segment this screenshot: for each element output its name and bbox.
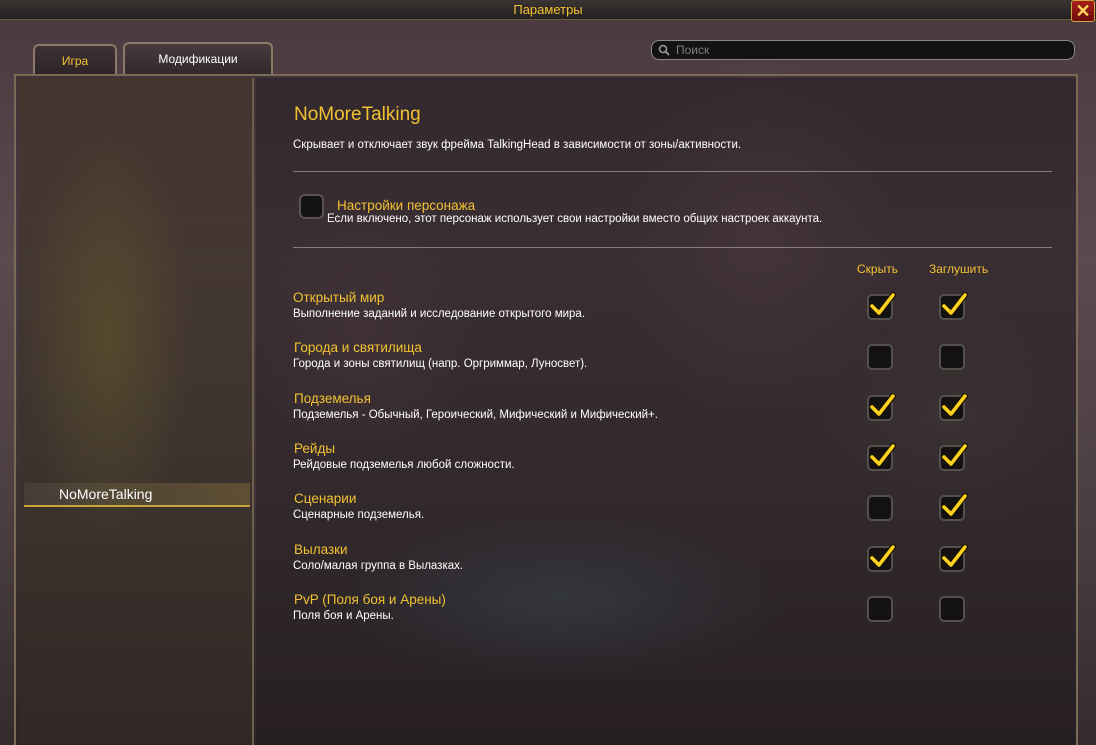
mute-checkbox[interactable] xyxy=(939,544,968,572)
column-header-hide: Скрыть xyxy=(857,262,898,276)
hide-checkbox[interactable] xyxy=(867,495,893,521)
tab-game[interactable]: Игра xyxy=(33,44,117,74)
character-settings-checkbox[interactable] xyxy=(299,194,324,219)
checkmark-icon xyxy=(941,544,968,568)
mute-checkbox[interactable] xyxy=(939,443,968,471)
zone-row-title: Рейды xyxy=(294,441,336,456)
mute-checkbox[interactable] xyxy=(939,493,968,521)
checkmark-icon xyxy=(869,544,896,568)
zone-row-title: Вылазки xyxy=(294,542,348,557)
zone-row-description: Поля боя и Арены. xyxy=(293,610,394,622)
close-button[interactable]: ✕ xyxy=(1071,0,1095,22)
zone-row-description: Сценарные подземелья. xyxy=(293,509,425,521)
close-icon: ✕ xyxy=(1075,1,1091,21)
zone-row-description: Выполнение заданий и исследование открыт… xyxy=(293,308,586,320)
window-title-bar: Параметры xyxy=(0,0,1096,20)
zone-row-title: Города и святилища xyxy=(294,340,422,355)
mute-checkbox[interactable] xyxy=(939,393,968,421)
zone-row-description: Соло/малая группа в Вылазках. xyxy=(293,560,464,572)
checkmark-icon xyxy=(941,393,968,417)
hide-checkbox[interactable] xyxy=(867,292,896,320)
zone-row-description: Подземелья - Обычный, Героический, Мифич… xyxy=(293,409,658,421)
character-settings-description: Если включено, этот персонаж использует … xyxy=(327,213,823,225)
mute-checkbox[interactable] xyxy=(939,596,965,622)
checkmark-icon xyxy=(941,443,968,467)
checkmark-icon xyxy=(869,393,896,417)
tab-game-label: Игра xyxy=(61,54,89,68)
hide-checkbox[interactable] xyxy=(867,544,896,572)
sidebar-item-nomoretalking[interactable]: NoMoreTalking xyxy=(24,483,250,507)
column-header-mute: Заглушить xyxy=(929,262,989,276)
window-title: Параметры xyxy=(513,2,583,17)
zone-row-title: Сценарии xyxy=(294,491,357,506)
hide-checkbox[interactable] xyxy=(867,596,893,622)
sidebar-item-label: NoMoreTalking xyxy=(59,486,153,502)
addon-list-sidebar xyxy=(18,78,254,745)
zone-row-title: Подземелья xyxy=(294,391,371,406)
zone-row-description: Рейдовые подземелья любой сложности. xyxy=(293,459,515,471)
addon-description: Скрывает и отключает звук фрейма Talking… xyxy=(293,139,742,151)
divider xyxy=(293,171,1052,172)
zone-row-title: Открытый мир xyxy=(293,290,385,305)
tab-addons-label: Модификации xyxy=(158,52,238,66)
tab-addons[interactable]: Модификации xyxy=(123,42,273,74)
zone-row-description: Города и зоны святилищ (напр. Оргриммар,… xyxy=(293,358,588,370)
search-icon xyxy=(658,44,670,56)
checkmark-icon xyxy=(941,292,968,316)
hide-checkbox[interactable] xyxy=(867,393,896,421)
checkmark-icon xyxy=(869,292,896,316)
addon-title: NoMoreTalking xyxy=(294,104,421,125)
hide-checkbox[interactable] xyxy=(867,443,896,471)
search-input[interactable]: Поиск xyxy=(651,40,1075,60)
zone-row-title: PvP (Поля боя и Арены) xyxy=(294,592,446,607)
search-placeholder: Поиск xyxy=(676,43,710,57)
divider xyxy=(293,247,1052,248)
checkmark-icon xyxy=(869,443,896,467)
checkmark-icon xyxy=(941,493,968,517)
character-settings-label: Настройки персонажа xyxy=(337,198,476,213)
mute-checkbox[interactable] xyxy=(939,292,968,320)
mute-checkbox[interactable] xyxy=(939,344,965,370)
hide-checkbox[interactable] xyxy=(867,344,893,370)
